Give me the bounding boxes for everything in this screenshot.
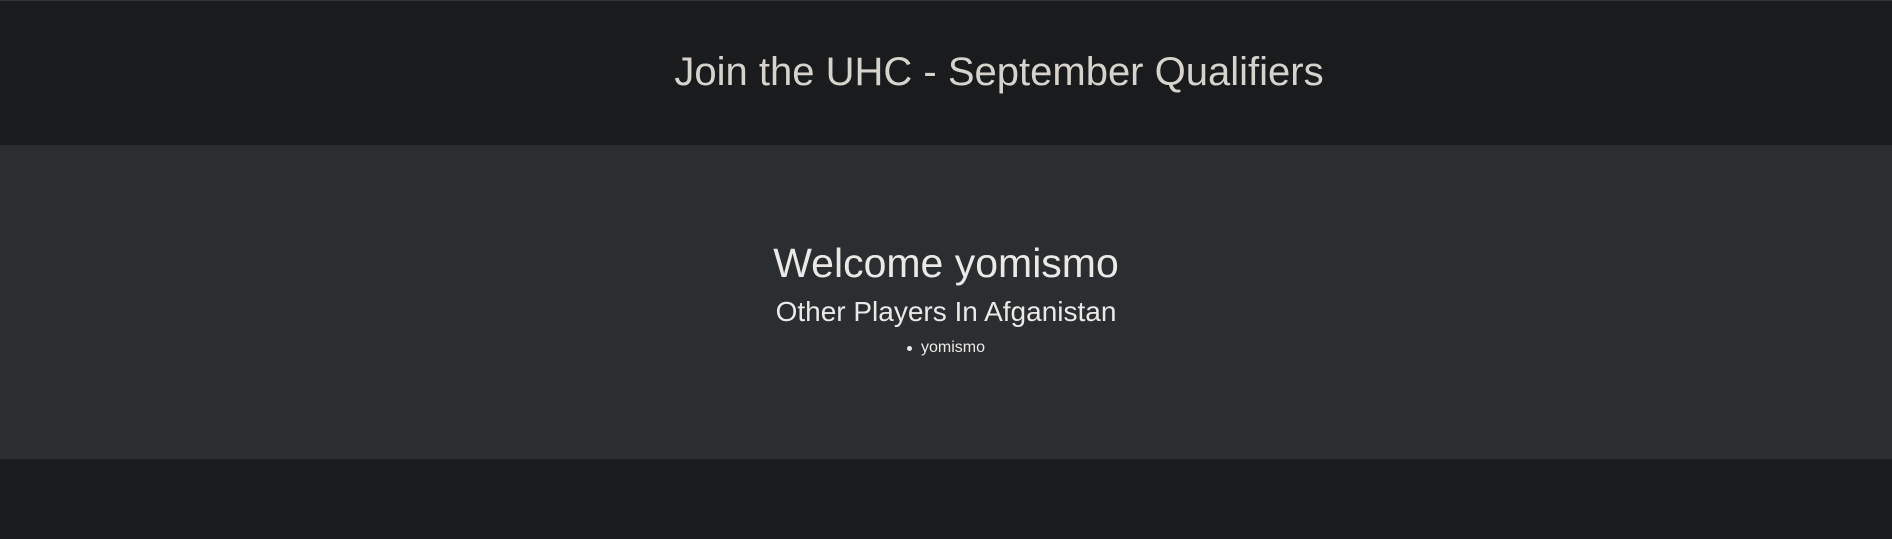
page-title: Join the UHC - September Qualifiers (674, 50, 1324, 94)
header-banner: Join the UHC - September Qualifiers (0, 1, 1892, 145)
page: Join the UHC - September Qualifiers Welc… (0, 0, 1892, 539)
footer-area (0, 459, 1892, 539)
other-players-heading: Other Players In Afganistan (775, 296, 1117, 327)
players-list: yomismo (0, 340, 1892, 356)
player-list-item: yomismo (906, 339, 985, 356)
player-name: yomismo (920, 339, 985, 356)
welcome-heading: Welcome yomismo (773, 240, 1119, 286)
welcome-content: Welcome yomismo Other Players In Afganis… (0, 243, 1892, 356)
bullet-icon (906, 345, 912, 351)
main-panel: Welcome yomismo Other Players In Afganis… (0, 145, 1892, 459)
